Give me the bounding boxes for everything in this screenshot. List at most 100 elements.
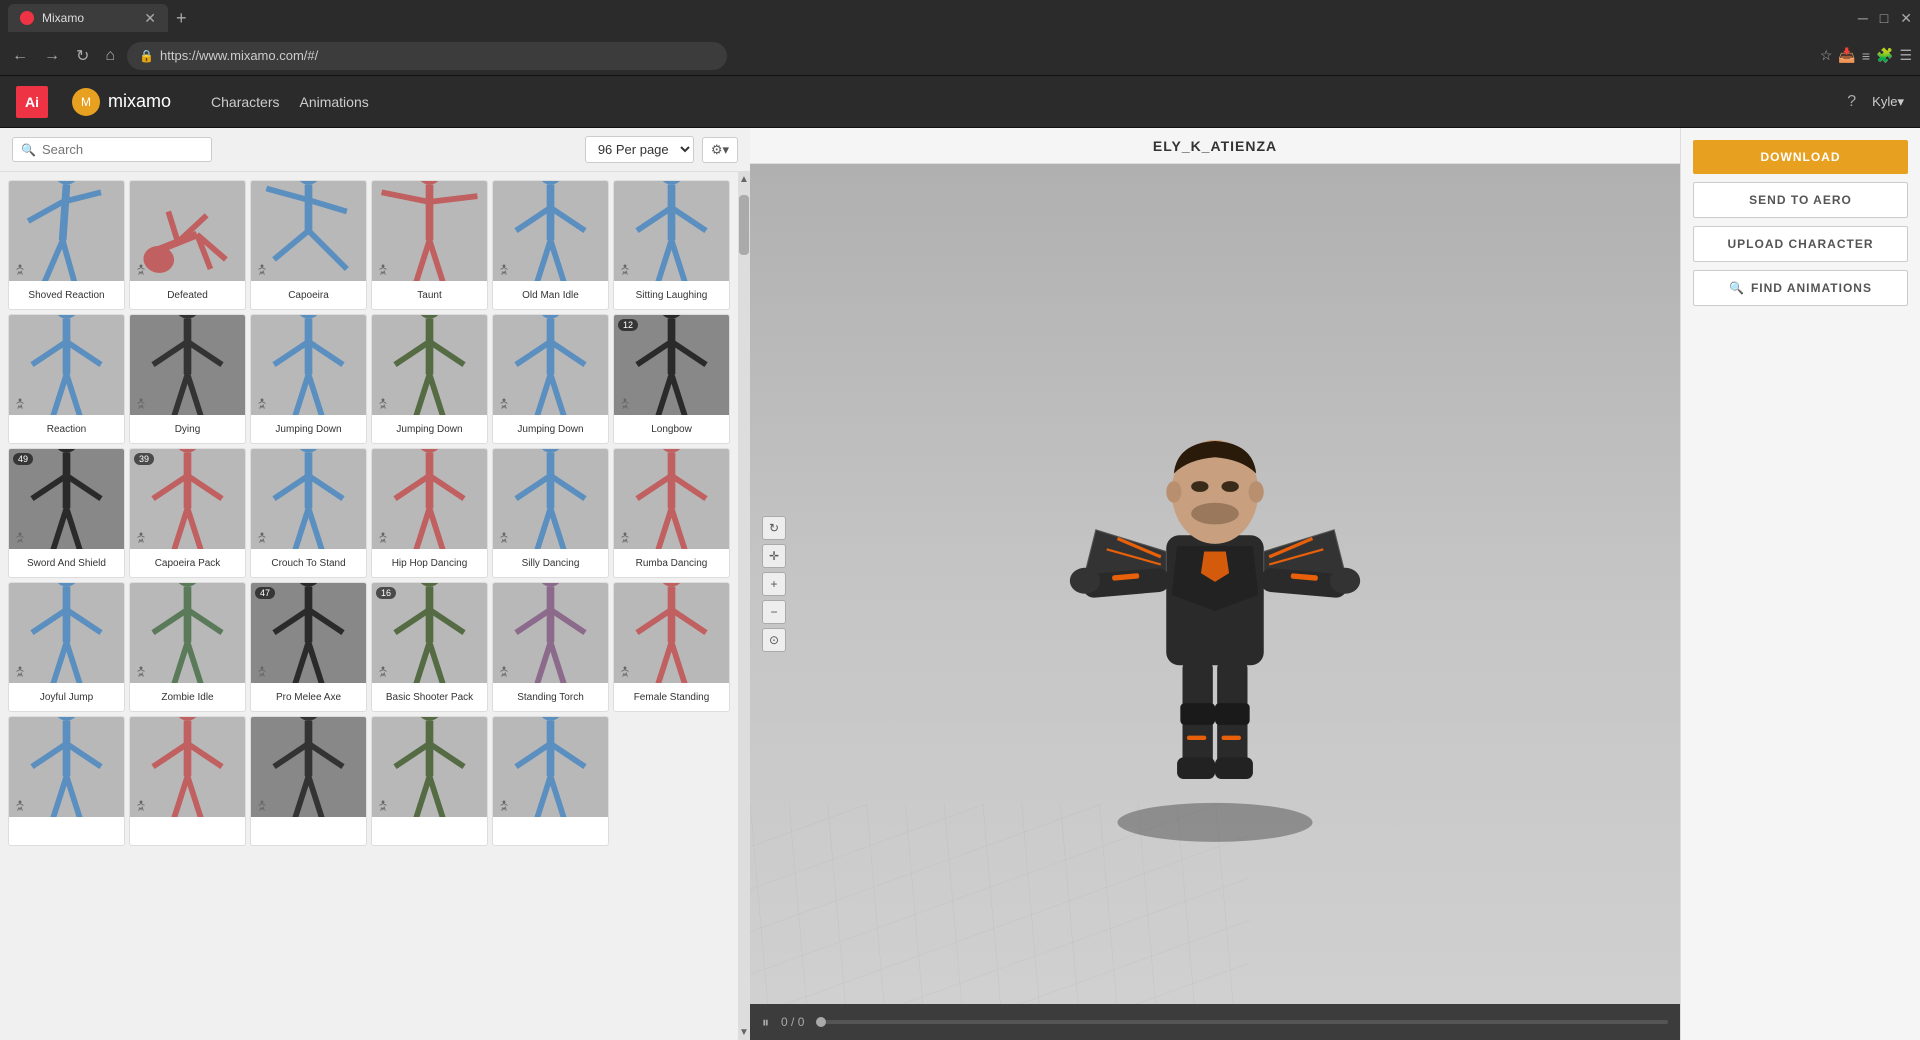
nav-animations[interactable]: Animations bbox=[299, 94, 368, 110]
animation-card[interactable]: Jumping Down bbox=[492, 314, 609, 444]
scroll-down-arrow[interactable]: ▼ bbox=[737, 1025, 750, 1040]
animation-card[interactable]: Dying bbox=[129, 314, 246, 444]
animation-badge: 16 bbox=[376, 587, 396, 599]
new-tab-button[interactable]: + bbox=[176, 8, 187, 29]
timeline-track[interactable] bbox=[816, 1020, 1668, 1024]
animation-preview bbox=[130, 583, 245, 683]
help-icon[interactable]: ? bbox=[1847, 93, 1856, 111]
run-icon bbox=[618, 263, 632, 277]
animation-preview bbox=[130, 717, 245, 817]
browser-tab[interactable]: Mixamo ✕ bbox=[8, 4, 168, 32]
nav-characters[interactable]: Characters bbox=[211, 94, 279, 110]
search-box[interactable]: 🔍 bbox=[12, 137, 212, 162]
back-button[interactable]: ← bbox=[8, 43, 32, 69]
scroll-up-arrow[interactable]: ▲ bbox=[737, 172, 750, 187]
animation-card[interactable] bbox=[492, 716, 609, 846]
animations-scroll[interactable]: Shoved Reaction Defeated bbox=[0, 172, 738, 1040]
animation-label: Basic Shooter Pack bbox=[372, 683, 487, 711]
address-bar[interactable]: 🔒 https://www.mixamo.com/#/ bbox=[127, 42, 727, 70]
pause-button[interactable]: ⏸ bbox=[762, 1014, 769, 1031]
url-display: https://www.mixamo.com/#/ bbox=[160, 48, 318, 63]
animation-label: Pro Melee Axe bbox=[251, 683, 366, 711]
animation-preview bbox=[614, 583, 729, 683]
animation-card[interactable]: Reaction bbox=[8, 314, 125, 444]
scroll-thumb[interactable] bbox=[739, 195, 749, 255]
zoom-out-button[interactable]: − bbox=[762, 600, 786, 624]
run-icon bbox=[618, 531, 632, 545]
animation-card[interactable]: Standing Torch bbox=[492, 582, 609, 712]
animation-card[interactable] bbox=[371, 716, 488, 846]
animation-card[interactable]: Rumba Dancing bbox=[613, 448, 730, 578]
animation-card[interactable]: 39 Capoeira Pack bbox=[129, 448, 246, 578]
animation-card[interactable]: 12 Longbow bbox=[613, 314, 730, 444]
animation-label: Standing Torch bbox=[493, 683, 608, 711]
scroll-track[interactable]: ▲ ▼ bbox=[738, 172, 750, 1040]
animation-card[interactable]: Jumping Down bbox=[371, 314, 488, 444]
settings-button[interactable]: ⚙▾ bbox=[702, 137, 738, 163]
run-icon bbox=[13, 531, 27, 545]
animation-card[interactable] bbox=[250, 716, 367, 846]
animation-card[interactable]: Silly Dancing bbox=[492, 448, 609, 578]
animation-card[interactable]: Female Standing bbox=[613, 582, 730, 712]
bookmark-icon[interactable]: ☆ bbox=[1820, 47, 1833, 64]
download-button[interactable]: DOWNLOAD bbox=[1693, 140, 1908, 174]
run-icon bbox=[255, 799, 269, 813]
animation-card[interactable]: Defeated bbox=[129, 180, 246, 310]
mixamo-header: Ai M mixamo Characters Animations ? Kyle… bbox=[0, 76, 1920, 128]
animation-card[interactable]: Jumping Down bbox=[250, 314, 367, 444]
animation-card[interactable]: Crouch To Stand bbox=[250, 448, 367, 578]
animation-preview bbox=[493, 717, 608, 817]
animation-badge: 47 bbox=[255, 587, 275, 599]
animation-card[interactable]: 49 Sword And Shield bbox=[8, 448, 125, 578]
mixamo-icon: M bbox=[72, 88, 100, 116]
animation-card[interactable]: 47 Pro Melee Axe bbox=[250, 582, 367, 712]
animation-label: Sitting Laughing bbox=[614, 281, 729, 309]
animation-card[interactable]: Joyful Jump bbox=[8, 582, 125, 712]
rotate-button[interactable]: ↻ bbox=[762, 516, 786, 540]
character-name: ELY_K_ATIENZA bbox=[1153, 138, 1277, 154]
menu-icon[interactable]: ☰ bbox=[1899, 47, 1912, 64]
header-right: ? Kyle▾ bbox=[1847, 93, 1904, 111]
animation-label: Longbow bbox=[614, 415, 729, 443]
animation-card[interactable]: Sitting Laughing bbox=[613, 180, 730, 310]
tab-favicon bbox=[20, 11, 34, 25]
maximize-button[interactable]: □ bbox=[1880, 10, 1888, 27]
home-button[interactable]: ⌂ bbox=[101, 43, 119, 69]
refresh-button[interactable]: ↻ bbox=[72, 42, 93, 70]
animation-label: Female Standing bbox=[614, 683, 729, 711]
search-input[interactable] bbox=[42, 142, 203, 157]
tab-close-button[interactable]: ✕ bbox=[144, 10, 156, 27]
animation-preview bbox=[9, 181, 124, 281]
animation-card[interactable]: Capoeira bbox=[250, 180, 367, 310]
reader-icon[interactable]: ≡ bbox=[1862, 48, 1870, 64]
animation-card[interactable]: Hip Hop Dancing bbox=[371, 448, 488, 578]
reset-view-button[interactable]: ⊙ bbox=[762, 628, 786, 652]
find-animations-button[interactable]: 🔍 FIND ANIMATIONS bbox=[1693, 270, 1908, 306]
upload-character-button[interactable]: UPLOAD CHARACTER bbox=[1693, 226, 1908, 262]
3d-viewport[interactable]: ↻ ✛ + − ⊙ bbox=[750, 164, 1680, 1004]
animation-label: Sword And Shield bbox=[9, 549, 124, 577]
animation-card[interactable]: Taunt bbox=[371, 180, 488, 310]
animation-preview: 49 bbox=[9, 449, 124, 549]
animation-card[interactable]: Shoved Reaction bbox=[8, 180, 125, 310]
pan-button[interactable]: ✛ bbox=[762, 544, 786, 568]
animation-card[interactable] bbox=[129, 716, 246, 846]
window-controls: ─ □ ✕ bbox=[1858, 10, 1912, 27]
animation-card[interactable]: 16 Basic Shooter Pack bbox=[371, 582, 488, 712]
animation-card[interactable]: Old Man Idle bbox=[492, 180, 609, 310]
animation-card[interactable] bbox=[8, 716, 125, 846]
extensions-icon[interactable]: 🧩 bbox=[1876, 47, 1893, 64]
minimize-button[interactable]: ─ bbox=[1858, 10, 1868, 27]
run-icon bbox=[13, 665, 27, 679]
per-page-select[interactable]: 96 Per page 48 Per page 24 Per page bbox=[585, 136, 694, 163]
close-button[interactable]: ✕ bbox=[1900, 10, 1912, 27]
animation-label: Hip Hop Dancing bbox=[372, 549, 487, 577]
pocket-icon[interactable]: 📥 bbox=[1838, 47, 1855, 64]
animation-card[interactable]: Zombie Idle bbox=[129, 582, 246, 712]
zoom-in-button[interactable]: + bbox=[762, 572, 786, 596]
animation-grid: Shoved Reaction Defeated bbox=[8, 180, 730, 846]
timeline-thumb[interactable] bbox=[816, 1017, 826, 1027]
send-to-aero-button[interactable]: SEND TO AERO bbox=[1693, 182, 1908, 218]
forward-button[interactable]: → bbox=[40, 43, 64, 69]
user-menu-button[interactable]: Kyle▾ bbox=[1872, 94, 1904, 110]
